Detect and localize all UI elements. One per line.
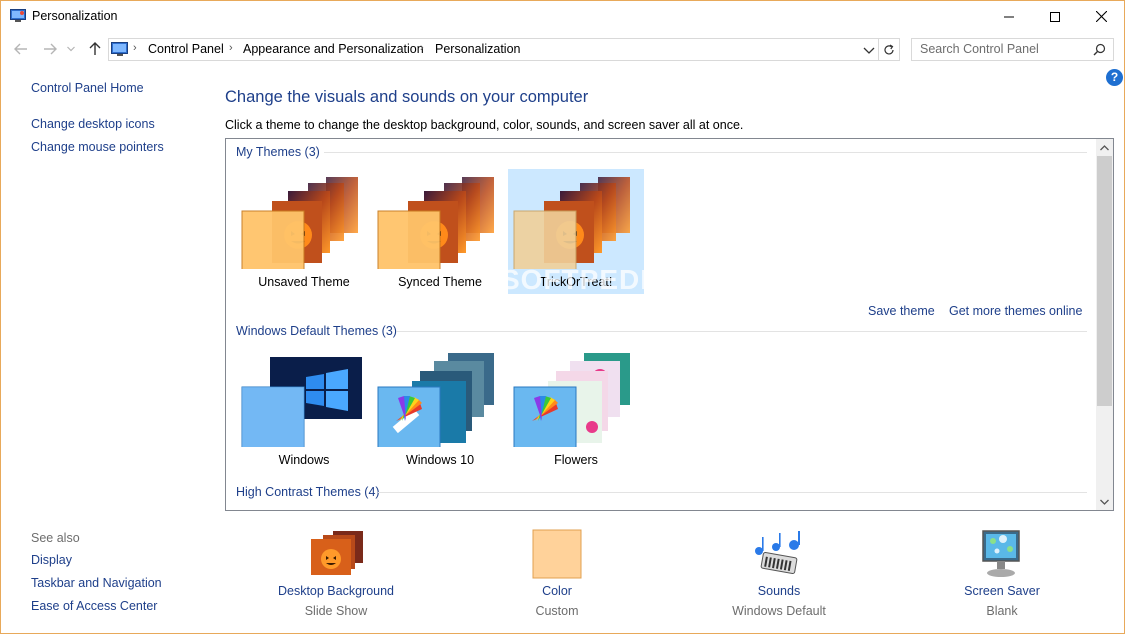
scroll-up-button[interactable]: [1096, 139, 1113, 156]
color-value: Custom: [535, 604, 579, 618]
refresh-button[interactable]: [878, 38, 900, 61]
search-icon[interactable]: [1093, 43, 1106, 56]
theme-list-scrollbar[interactable]: [1096, 139, 1113, 510]
get-more-themes-link[interactable]: Get more themes online: [949, 304, 1082, 318]
monitor-icon: [982, 530, 1020, 577]
halloween-theme-preview-icon: [377, 177, 494, 274]
desktop-background-link[interactable]: Desktop Background: [256, 584, 416, 598]
search-box[interactable]: Search Control Panel: [911, 38, 1114, 61]
sounds-item[interactable]: Sounds Windows Default: [699, 529, 859, 624]
halloween-wallpaper-icon: [311, 531, 363, 575]
up-arrow-icon: [89, 42, 101, 55]
music-notes-icon: [755, 531, 800, 575]
chevron-up-icon: [1100, 144, 1109, 150]
sidebar-link-desktop-icons[interactable]: Change desktop icons: [31, 117, 155, 131]
chevron-down-icon: [67, 46, 75, 52]
theme-label: Flowers: [554, 453, 598, 467]
forward-arrow-icon: [44, 43, 57, 55]
theme-label: Windows: [278, 453, 330, 467]
theme-tile-flowers[interactable]: Flowers: [508, 347, 644, 472]
forward-button[interactable]: [41, 41, 59, 57]
see-also-display[interactable]: Display: [31, 553, 72, 567]
desktop-background-item[interactable]: Desktop Background Slide Show: [256, 529, 416, 624]
flowers-theme-preview-icon: [513, 353, 630, 450]
theme-tile-windows[interactable]: Windows: [236, 347, 372, 472]
help-icon[interactable]: ?: [1106, 69, 1123, 86]
address-dropdown-icon[interactable]: [861, 42, 877, 58]
close-icon: [1095, 11, 1107, 22]
page-description: Click a theme to change the desktop back…: [225, 118, 744, 132]
screen-saver-value: Blank: [986, 604, 1018, 618]
navigation-bar: › Control Panel › Appearance and Persona…: [1, 33, 1124, 65]
address-bar[interactable]: › Control Panel › Appearance and Persona…: [108, 38, 879, 61]
sounds-link[interactable]: Sounds: [699, 584, 859, 598]
see-also-ease-of-access[interactable]: Ease of Access Center: [31, 599, 157, 613]
title-bar: Personalization: [1, 1, 1124, 32]
color-link[interactable]: Color: [477, 584, 637, 598]
windows-10-theme-preview-icon: [377, 353, 494, 450]
window-title: Personalization: [32, 9, 118, 23]
theme-tile-synced[interactable]: Synced Theme: [372, 169, 508, 294]
theme-label: Windows 10: [405, 453, 475, 467]
recent-locations-button[interactable]: [65, 41, 77, 57]
sidebar-link-control-panel-home[interactable]: Control Panel Home: [31, 81, 144, 95]
screen-saver-item[interactable]: Screen Saver Blank: [922, 529, 1082, 624]
scroll-down-button[interactable]: [1096, 493, 1113, 510]
see-also-label: See also: [31, 531, 80, 545]
group-divider: [324, 152, 1087, 153]
scroll-thumb[interactable]: [1097, 156, 1112, 406]
group-header-high-contrast[interactable]: High Contrast Themes (4): [236, 485, 380, 499]
windows-theme-preview-icon: [241, 357, 362, 450]
back-arrow-icon: [14, 43, 27, 55]
screen-saver-link[interactable]: Screen Saver: [922, 584, 1082, 598]
back-button[interactable]: [12, 41, 30, 57]
color-swatch-icon: [532, 529, 582, 579]
breadcrumb-appearance[interactable]: Appearance and Personalization: [243, 42, 424, 56]
group-divider: [396, 331, 1087, 332]
page-title: Change the visuals and sounds on your co…: [225, 88, 589, 106]
group-header-my-themes[interactable]: My Themes (3): [236, 145, 320, 159]
up-button[interactable]: [86, 41, 104, 57]
search-input[interactable]: Search Control Panel: [920, 42, 1039, 56]
breadcrumb-separator: ›: [133, 42, 137, 54]
see-also-taskbar[interactable]: Taskbar and Navigation: [31, 576, 162, 590]
group-divider: [378, 492, 1087, 493]
theme-label: Synced Theme: [398, 275, 482, 289]
group-header-default-themes[interactable]: Windows Default Themes (3): [236, 324, 397, 338]
theme-list: My Themes (3) Unsaved Theme Synced Theme…: [225, 138, 1114, 511]
control-panel-icon: [10, 9, 26, 22]
halloween-theme-preview-icon: [513, 177, 630, 274]
halloween-theme-preview-icon: [241, 177, 358, 274]
theme-label: Unsaved Theme: [258, 275, 350, 289]
theme-tile-windows-10[interactable]: Windows 10: [372, 347, 508, 472]
maximize-icon: [1050, 11, 1060, 22]
softpedia-watermark: SOFTPEDIA: [501, 264, 671, 295]
sounds-value: Windows Default: [732, 604, 826, 618]
maximize-button[interactable]: [1032, 1, 1078, 32]
breadcrumb-separator: ›: [420, 42, 424, 54]
chevron-down-icon: [1100, 499, 1109, 505]
personalization-window: Personalization › Control Panel › Appear…: [0, 0, 1125, 634]
desktop-background-value: Slide Show: [304, 604, 368, 618]
breadcrumb-control-panel[interactable]: Control Panel: [148, 42, 224, 56]
minimize-icon: [1004, 16, 1014, 17]
close-button[interactable]: [1078, 1, 1124, 32]
control-panel-icon: [111, 42, 128, 56]
breadcrumb-separator: ›: [229, 42, 233, 54]
save-theme-link[interactable]: Save theme: [868, 304, 935, 318]
theme-tile-unsaved[interactable]: Unsaved Theme: [236, 169, 372, 294]
minimize-button[interactable]: [986, 1, 1032, 32]
color-item[interactable]: Color Custom: [477, 529, 637, 624]
refresh-icon: [884, 43, 894, 54]
breadcrumb-personalization[interactable]: Personalization: [435, 42, 520, 56]
sidebar-link-mouse-pointers[interactable]: Change mouse pointers: [31, 140, 164, 154]
